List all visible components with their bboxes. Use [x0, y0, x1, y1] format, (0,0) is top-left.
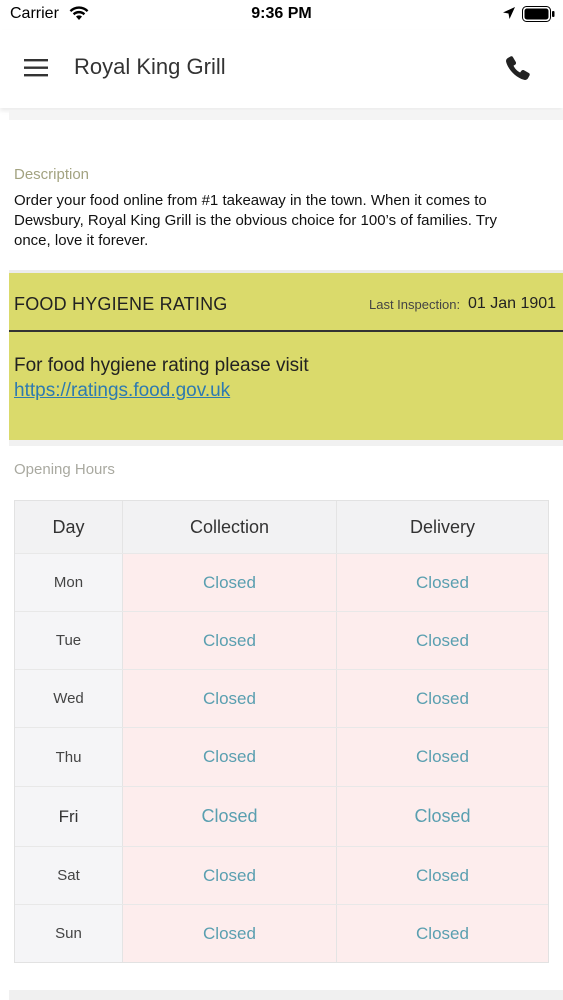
- description-text: Order your food online from #1 takeaway …: [14, 192, 497, 249]
- status-bar: Carrier 9:36 PM: [0, 0, 563, 30]
- hygiene-header: FOOD HYGIENE RATING Last Inspection: 01 …: [9, 273, 563, 332]
- hygiene-panel: FOOD HYGIENE RATING Last Inspection: 01 …: [9, 273, 563, 440]
- day-cell: Fri: [15, 787, 122, 846]
- day-cell: Sun: [15, 905, 122, 962]
- day-cell: Wed: [15, 670, 122, 727]
- column-header-delivery: Delivery: [336, 501, 548, 553]
- divider: [9, 990, 563, 1000]
- table-row: Wed Closed Closed: [15, 669, 548, 727]
- table-row: Tue Closed Closed: [15, 611, 548, 669]
- table-header-row: Day Collection Delivery: [15, 501, 548, 553]
- collection-cell: Closed: [122, 612, 336, 669]
- table-row: Thu Closed Closed: [15, 727, 548, 786]
- battery-icon: [522, 6, 555, 22]
- divider: [9, 110, 563, 120]
- menu-icon[interactable]: [24, 56, 50, 80]
- hygiene-title: FOOD HYGIENE RATING: [14, 294, 228, 314]
- phone-icon[interactable]: [504, 54, 532, 82]
- day-cell: Mon: [15, 554, 122, 611]
- delivery-cell: Closed: [336, 847, 548, 904]
- table-row: Sat Closed Closed: [15, 846, 548, 904]
- collection-cell: Closed: [122, 905, 336, 962]
- delivery-cell: Closed: [336, 787, 548, 846]
- ratings-link[interactable]: https://ratings.food.gov.uk: [14, 380, 230, 402]
- collection-cell: Closed: [122, 554, 336, 611]
- status-time: 9:36 PM: [251, 5, 312, 22]
- collection-cell: Closed: [122, 847, 336, 904]
- inspection-label: Last Inspection:: [369, 297, 461, 312]
- table-row: Fri Closed Closed: [15, 786, 548, 846]
- day-cell: Tue: [15, 612, 122, 669]
- delivery-cell: Closed: [336, 554, 548, 611]
- collection-cell: Closed: [122, 670, 336, 727]
- table-row: Mon Closed Closed: [15, 553, 548, 611]
- delivery-cell: Closed: [336, 728, 548, 786]
- day-cell: Thu: [15, 728, 122, 786]
- app-header: Royal King Grill: [0, 30, 563, 108]
- delivery-cell: Closed: [336, 670, 548, 727]
- column-header-collection: Collection: [122, 501, 336, 553]
- table-row: Sun Closed Closed: [15, 904, 548, 962]
- column-header-day: Day: [15, 501, 122, 553]
- delivery-cell: Closed: [336, 612, 548, 669]
- opening-hours-table: Day Collection Delivery Mon Closed Close…: [14, 500, 549, 963]
- day-cell: Sat: [15, 847, 122, 904]
- delivery-cell: Closed: [336, 905, 548, 962]
- opening-hours-label: Opening Hours: [14, 461, 115, 478]
- collection-cell: Closed: [122, 787, 336, 846]
- page-title: Royal King Grill: [74, 54, 226, 79]
- description-label: Description: [14, 166, 90, 183]
- divider: [9, 440, 563, 446]
- collection-cell: Closed: [122, 728, 336, 786]
- hygiene-text: For food hygiene rating please visit: [14, 355, 309, 376]
- inspection-date: 01 Jan 1901: [468, 295, 557, 312]
- location-arrow-icon: [503, 7, 515, 19]
